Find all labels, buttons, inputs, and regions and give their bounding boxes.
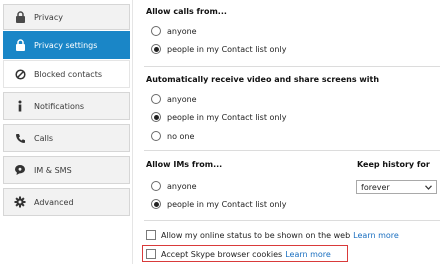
phone-icon — [13, 131, 27, 145]
highlight-box — [142, 245, 348, 262]
radio-button[interactable] — [151, 131, 161, 141]
sidebar-item-label: Privacy settings — [34, 40, 98, 50]
blocked-icon — [13, 67, 27, 81]
radio-video-no-one[interactable]: no one — [151, 131, 194, 141]
chevron-down-icon — [425, 183, 432, 192]
sidebar-item-calls[interactable]: Calls — [3, 124, 130, 152]
lock-icon — [13, 10, 27, 24]
section-divider — [144, 220, 440, 221]
radio-button[interactable] — [151, 26, 161, 36]
radio-video-anyone[interactable]: anyone — [151, 94, 197, 104]
online-status-web-row: Allow my online status to be shown on th… — [146, 230, 399, 240]
sidebar-item-im-sms[interactable]: IM & SMS — [3, 156, 130, 184]
sidebar-item-label: Privacy — [34, 12, 63, 22]
radio-button[interactable] — [151, 181, 161, 191]
sidebar-item-label: Notifications — [34, 101, 85, 111]
info-icon — [13, 99, 27, 113]
radio-video-contacts-only[interactable]: people in my Contact list only — [151, 112, 286, 122]
radio-button-selected[interactable] — [151, 199, 161, 209]
sidebar-item-notifications[interactable]: Notifications — [3, 92, 130, 120]
sidebar-item-blocked-contacts[interactable]: Blocked contacts — [3, 60, 130, 88]
radio-calls-anyone[interactable]: anyone — [151, 26, 197, 36]
sidebar-item-privacy[interactable]: Privacy — [3, 4, 130, 30]
sidebar-item-label: Calls — [34, 133, 54, 143]
sidebar-item-label: Advanced — [34, 197, 74, 207]
section-title-keep-history: Keep history for — [357, 160, 430, 169]
checkbox-label: Allow my online status to be shown on th… — [161, 230, 351, 240]
sidebar-item-advanced[interactable]: Advanced — [3, 188, 130, 216]
radio-button[interactable] — [151, 94, 161, 104]
radio-calls-contacts-only[interactable]: people in my Contact list only — [151, 44, 286, 54]
learn-more-link[interactable]: Learn more — [353, 231, 399, 240]
online-status-web-checkbox[interactable] — [146, 230, 156, 240]
options-sidebar: Privacy Privacy settings Blocked contact… — [0, 0, 133, 264]
sidebar-item-privacy-settings[interactable]: Privacy settings — [3, 31, 130, 59]
section-divider — [144, 66, 440, 67]
history-select-value: forever — [361, 182, 390, 192]
radio-button-selected[interactable] — [151, 112, 161, 122]
sidebar-item-label: IM & SMS — [34, 165, 72, 175]
lock-icon — [13, 38, 27, 52]
section-title-allow-ims: Allow IMs from... — [146, 160, 223, 169]
chat-icon — [13, 163, 27, 177]
section-title-video-share: Automatically receive video and share sc… — [146, 75, 380, 84]
section-divider — [144, 150, 440, 151]
radio-ims-contacts-only[interactable]: people in my Contact list only — [151, 199, 286, 209]
radio-ims-anyone[interactable]: anyone — [151, 181, 197, 191]
sidebar-item-label: Blocked contacts — [34, 69, 102, 79]
section-title-allow-calls: Allow calls from... — [146, 7, 227, 16]
radio-button-selected[interactable] — [151, 44, 161, 54]
history-select[interactable]: forever — [356, 180, 437, 194]
gear-icon — [13, 195, 27, 209]
